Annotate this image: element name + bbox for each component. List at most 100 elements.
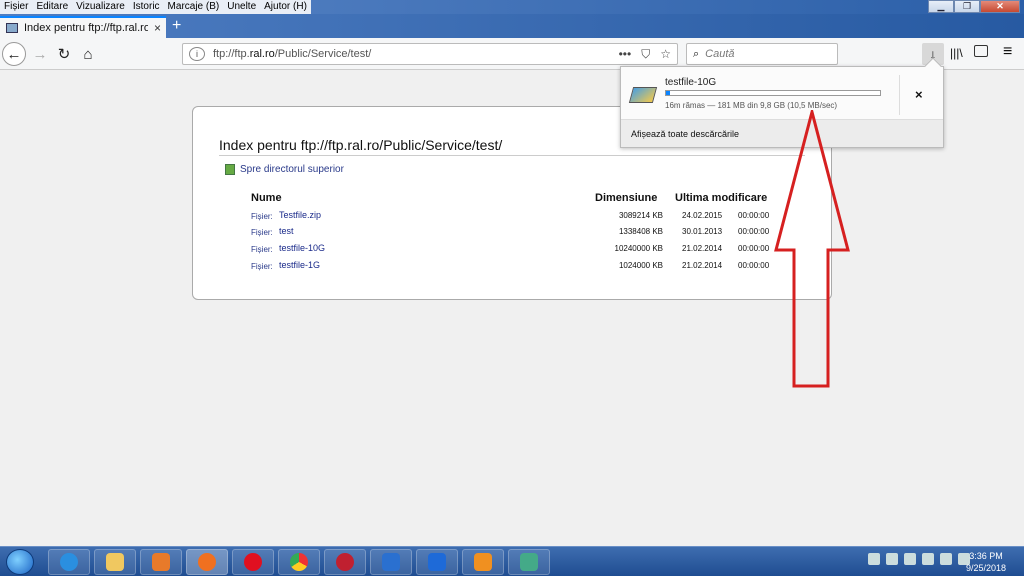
bookmark-star-icon[interactable]: ☆ (660, 47, 671, 62)
row-date: 21.02.2014 (682, 244, 723, 253)
clock-date: 9/25/2018 (965, 563, 1007, 573)
menu-bookmarks[interactable]: Marcaje (B) (163, 0, 224, 14)
tab-strip: Index pentru ftp://ftp.ral.ro/Pu × + (0, 14, 1024, 38)
back-button[interactable]: ← (2, 42, 26, 66)
taskbar-app-red[interactable] (324, 549, 366, 575)
table-row: Fișier: test 1338408 KB 30.01.2013 00:00… (193, 225, 833, 241)
parent-directory-link[interactable]: Spre directorul superior (225, 164, 344, 175)
page-title: Index pentru ftp://ftp.ral.ro/Public/Ser… (219, 137, 503, 153)
row-date: 30.01.2013 (682, 227, 723, 236)
menu-bar: Fișier Editare Vizualizare Istoric Marca… (0, 0, 311, 14)
row-type: Fișier: (251, 262, 273, 271)
forward-arrow-icon: → (32, 45, 48, 63)
row-time: 00:00:00 (738, 261, 770, 270)
system-tray (868, 553, 970, 565)
folder-up-icon (225, 164, 235, 175)
taskbar-explorer[interactable] (94, 549, 136, 575)
tray-volume-icon[interactable] (940, 553, 952, 565)
tray-network-icon[interactable] (922, 553, 934, 565)
chrome-icon (290, 553, 308, 571)
taskbar-opera[interactable] (232, 549, 274, 575)
row-size: 1338408 KB (618, 227, 663, 236)
reload-icon: ↻ (57, 46, 71, 63)
divider (899, 75, 900, 115)
row-size: 1024000 KB (618, 261, 663, 270)
file-link[interactable]: testfile-10G (279, 243, 325, 253)
search-icon: ⌕ (693, 47, 700, 60)
row-size: 3089214 KB (618, 211, 663, 220)
row-type: Fișier: (251, 245, 273, 254)
row-date: 21.02.2014 (682, 261, 723, 270)
menu-view[interactable]: Vizualizare (72, 0, 129, 14)
header-name: Nume (251, 192, 282, 204)
clock-time: 3:36 PM (969, 551, 1003, 561)
menu-history[interactable]: Istoric (128, 0, 164, 14)
minimize-button[interactable]: ▁ (928, 0, 954, 13)
menu-file[interactable]: Fișier (0, 0, 33, 14)
menu-tools[interactable]: Unelte (223, 0, 261, 14)
internet-explorer-icon (60, 553, 78, 571)
taskbar: 3:36 PM 9/25/2018 (0, 546, 1024, 576)
download-filename[interactable]: testfile-10G (665, 77, 716, 88)
back-arrow-icon: ← (6, 45, 22, 63)
row-size: 10240000 KB (614, 244, 664, 253)
header-modified: Ultima modificare (675, 192, 768, 204)
file-link[interactable]: test (279, 226, 294, 236)
taskbar-firefox[interactable] (186, 549, 228, 575)
tray-up-icon[interactable] (868, 553, 880, 565)
tab-active[interactable]: Index pentru ftp://ftp.ral.ro/Pu × (0, 16, 166, 38)
restore-button[interactable]: ❐ (954, 0, 980, 13)
reload-button[interactable]: ↻ (54, 42, 74, 66)
tray-app-icon[interactable] (904, 553, 916, 565)
hamburger-menu-icon[interactable]: ≡ (1003, 43, 1012, 61)
menu-edit[interactable]: Editare (32, 0, 73, 14)
taskbar-maxthon[interactable] (416, 549, 458, 575)
taskbar-monitor[interactable] (508, 549, 550, 575)
row-date: 24.02.2015 (682, 211, 723, 220)
new-tab-icon[interactable]: + (172, 18, 181, 34)
tab-title: Index pentru ftp://ftp.ral.ro/Pu (24, 22, 148, 34)
app-icon (382, 553, 400, 571)
download-progress-bar (665, 90, 881, 96)
row-time: 00:00:00 (738, 211, 770, 220)
search-input[interactable]: ⌕ Caută (686, 43, 838, 65)
file-link[interactable]: Testfile.zip (279, 210, 321, 220)
parent-directory-label[interactable]: Spre directorul superior (240, 164, 344, 175)
pocket-icon[interactable]: ⛉ (641, 47, 650, 62)
menu-help[interactable]: Ajutor (H) (260, 0, 311, 14)
taskbar-ie[interactable] (48, 549, 90, 575)
taskbar-uc[interactable] (462, 549, 504, 575)
uc-browser-icon (474, 553, 492, 571)
download-progress-fill (666, 91, 670, 95)
table-row: Fișier: testfile-1G 1024000 KB 21.02.201… (193, 259, 833, 275)
taskbar-app-a[interactable] (370, 549, 412, 575)
table-row: Fișier: Testfile.zip 3089214 KB 24.02.20… (193, 209, 833, 225)
page-actions-icon[interactable]: ••• (619, 47, 632, 62)
red-arrow-annotation (774, 110, 850, 388)
sidebar-icon[interactable] (974, 45, 988, 57)
firefox-icon (198, 553, 216, 571)
file-link[interactable]: testfile-1G (279, 260, 320, 270)
forward-button[interactable]: → (30, 42, 50, 66)
window-close-button[interactable]: ✕ (980, 0, 1020, 13)
site-info-icon[interactable]: i (189, 47, 205, 61)
row-time: 00:00:00 (738, 227, 770, 236)
divider (219, 155, 805, 156)
monitor-icon (520, 553, 538, 571)
home-button[interactable]: ⌂ (78, 42, 98, 66)
row-type: Fișier: (251, 228, 273, 237)
url-bar[interactable]: i ftp://ftp.ral.ro/Public/Service/test/ … (182, 43, 678, 65)
cancel-download-icon[interactable]: × (915, 87, 923, 102)
taskbar-chrome[interactable] (278, 549, 320, 575)
tab-close-icon[interactable]: × (154, 21, 161, 35)
start-button[interactable] (6, 549, 34, 575)
library-icon[interactable]: |||\ (950, 46, 963, 60)
clock[interactable]: 3:36 PM 9/25/2018 (958, 550, 1014, 574)
media-player-icon (152, 553, 170, 571)
url-text[interactable]: ftp://ftp.ral.ro/Public/Service/test/ (213, 48, 371, 60)
search-placeholder: Caută (705, 48, 735, 60)
taskbar-media[interactable] (140, 549, 182, 575)
file-icon (628, 87, 658, 103)
tray-flag-icon[interactable] (886, 553, 898, 565)
download-status: 16m rămas — 181 MB din 9,8 GB (10,5 MB/s… (665, 101, 838, 110)
